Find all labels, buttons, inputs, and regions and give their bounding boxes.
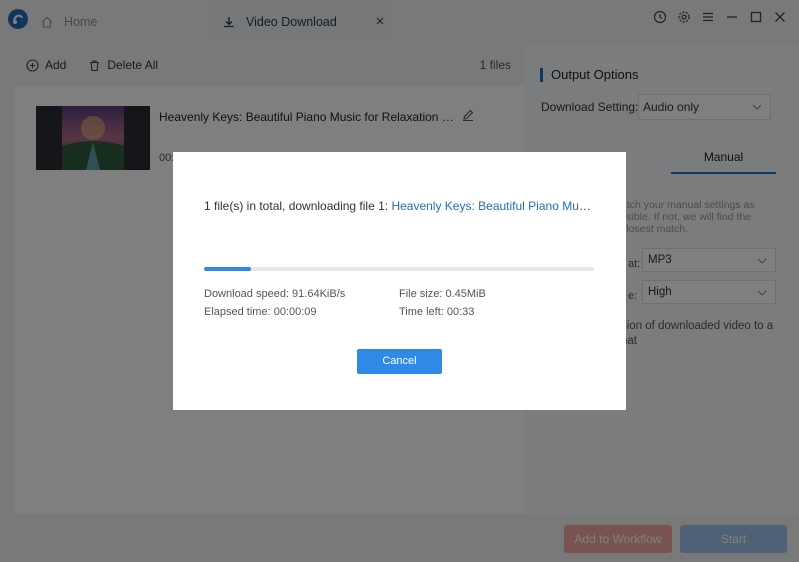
download-progress-dialog: 1 file(s) in total, downloading file 1: … <box>173 152 626 410</box>
download-status-text: 1 file(s) in total, downloading file 1: … <box>204 199 596 213</box>
cancel-button[interactable]: Cancel <box>357 349 442 374</box>
status-prefix: 1 file(s) in total, downloading file 1: <box>204 199 392 213</box>
file-size: File size: 0.45MiB <box>399 288 486 300</box>
progress-bar-fill <box>204 267 251 271</box>
download-speed: Download speed: 91.64KiB/s <box>204 288 346 300</box>
progress-bar <box>204 267 594 271</box>
status-filename: Heavenly Keys: Beautiful Piano Music fo.… <box>391 199 596 213</box>
elapsed-time: Elapsed time: 00:00:09 <box>204 306 317 318</box>
time-left: Time left: 00:33 <box>399 306 475 318</box>
